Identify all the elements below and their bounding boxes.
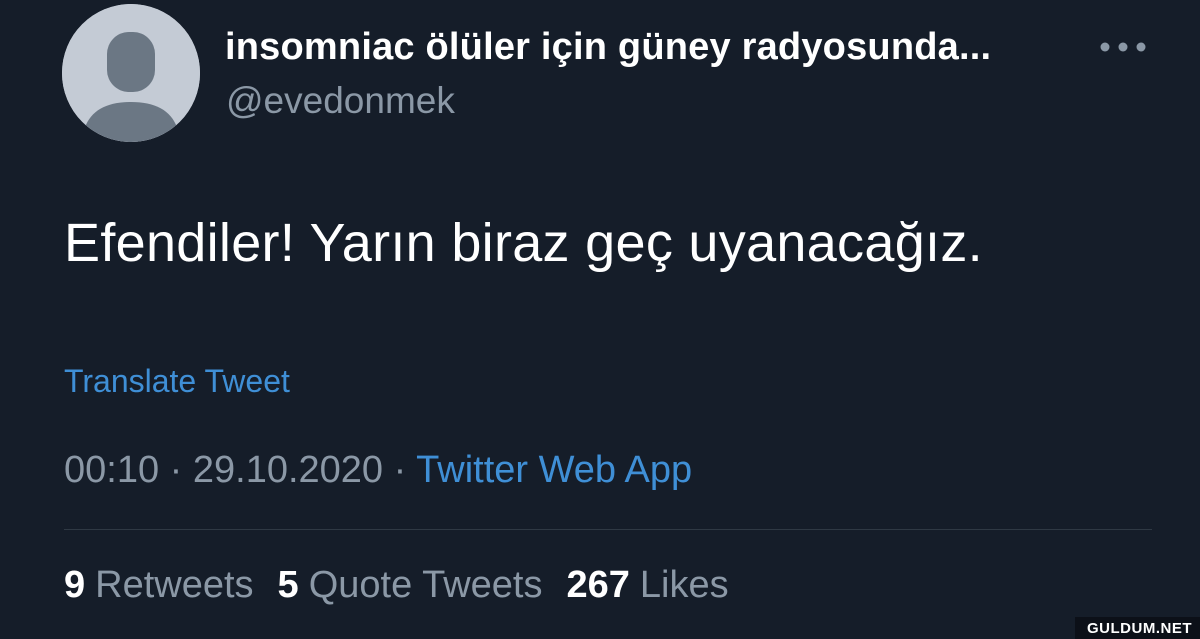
retweets-count: 9	[64, 564, 86, 606]
tweet-meta: 00:10 · 29.10.2020 · Twitter Web App	[64, 449, 692, 492]
meta-separator: ·	[169, 449, 183, 491]
quote-tweets-label: Quote Tweets	[308, 564, 543, 606]
more-options-button[interactable]	[1094, 34, 1152, 60]
tweet-source-link[interactable]: Twitter Web App	[416, 449, 692, 491]
likes-stat[interactable]: 267 Likes	[566, 564, 728, 607]
retweets-stat[interactable]: 9 Retweets	[64, 564, 254, 607]
tweet-time[interactable]: 00:10	[64, 449, 159, 491]
tweet-text: Efendiler! Yarın biraz geç uyanacağız.	[64, 213, 983, 273]
more-options-icon	[1100, 42, 1146, 52]
likes-count: 267	[566, 564, 630, 606]
likes-label: Likes	[639, 564, 729, 606]
translate-tweet-link[interactable]: Translate Tweet	[64, 363, 290, 400]
quote-tweets-stat[interactable]: 5 Quote Tweets	[278, 564, 543, 607]
meta-separator: ·	[393, 449, 407, 491]
watermark: GULDUM.NET	[1075, 617, 1200, 639]
avatar[interactable]	[62, 4, 200, 142]
tweet-date[interactable]: 29.10.2020	[193, 449, 383, 491]
user-handle[interactable]: @evedonmek	[226, 80, 455, 122]
divider	[64, 529, 1152, 530]
quote-tweets-count: 5	[277, 564, 299, 606]
retweets-label: Retweets	[95, 564, 254, 606]
tweet-stats: 9 Retweets 5 Quote Tweets 267 Likes	[64, 564, 753, 607]
display-name[interactable]: insomniac ölüler için güney radyosunda..…	[225, 26, 991, 69]
default-profile-icon	[62, 4, 200, 142]
tweet-card: insomniac ölüler için güney radyosunda..…	[0, 0, 1200, 639]
